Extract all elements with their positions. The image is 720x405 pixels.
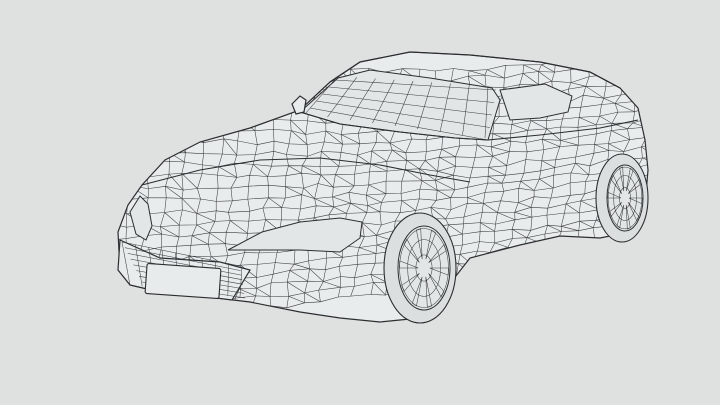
mesh-diagonal: [666, 115, 679, 127]
mesh-diagonal: [174, 79, 195, 93]
mesh-diagonal: [658, 145, 673, 156]
mesh-diagonal: [660, 52, 676, 57]
mesh-diagonal: [243, 95, 260, 107]
render-viewport: [0, 0, 720, 405]
mesh-diagonal: [123, 74, 142, 87]
mesh-diagonal: [141, 100, 154, 113]
mesh-diagonal: [105, 313, 117, 326]
mesh-diagonal: [643, 52, 648, 59]
mesh-diagonal: [591, 259, 605, 268]
mesh-diagonal: [92, 253, 107, 263]
mesh-diagonal: [675, 78, 689, 84]
mesh-diagonal: [640, 242, 648, 249]
mesh-diagonal: [206, 116, 224, 131]
mesh-diagonal: [657, 158, 675, 162]
mesh-diagonal: [556, 254, 572, 263]
mesh-diagonal: [174, 89, 190, 103]
mesh-diagonal: [489, 252, 509, 262]
mesh-diagonal: [574, 58, 589, 68]
mesh-diagonal: [634, 101, 648, 107]
mesh-diagonal: [650, 194, 666, 204]
mesh-diagonal: [262, 76, 280, 87]
mesh-diagonal: [668, 98, 684, 106]
mesh-diagonal: [490, 259, 508, 268]
mesh-diagonal: [118, 96, 123, 110]
mesh-diagonal: [191, 77, 208, 92]
mesh-diagonal: [636, 93, 648, 101]
mesh-diagonal: [651, 88, 668, 98]
mesh-diagonal: [659, 70, 674, 78]
mesh-diagonal: [118, 163, 134, 178]
mesh-diagonal: [248, 59, 263, 78]
mesh-diagonal: [124, 61, 144, 76]
mesh-diagonal: [226, 93, 243, 110]
mesh-diagonal: [118, 71, 123, 88]
mesh-diagonal: [647, 118, 648, 124]
mesh-col-line: [84, 45, 110, 331]
mesh-diagonal: [280, 62, 299, 77]
mesh-diagonal: [538, 265, 557, 271]
mesh-diagonal: [207, 107, 225, 121]
mesh-diagonal: [99, 174, 115, 188]
mesh-diagonal: [523, 254, 539, 267]
mesh-diagonal: [224, 119, 240, 132]
mesh-diagonal: [662, 135, 677, 146]
mesh-diagonal: [242, 109, 257, 119]
mesh-diagonal: [520, 268, 536, 275]
mesh-diagonal: [621, 74, 638, 83]
mesh-diagonal: [178, 66, 192, 79]
mesh-diagonal: [136, 312, 155, 322]
mesh-diagonal: [607, 255, 621, 266]
mesh-diagonal: [139, 113, 157, 128]
mesh-diagonal: [658, 58, 672, 67]
mesh-diagonal: [654, 163, 669, 171]
mesh-col-line: [118, 52, 126, 322]
mesh-diagonal: [578, 240, 590, 250]
mesh-diagonal: [156, 126, 172, 139]
mesh-diagonal: [209, 80, 227, 94]
mesh-diagonal: [636, 82, 648, 89]
mesh-diagonal: [642, 60, 648, 71]
license-plate: [144, 263, 222, 299]
mesh-diagonal: [657, 174, 670, 183]
car-wireframe: [84, 45, 694, 331]
mesh-col-line: [655, 45, 694, 262]
mesh-diagonal: [207, 91, 227, 109]
mesh-diagonal: [118, 123, 122, 139]
mesh-diagonal: [187, 129, 204, 143]
mesh-diagonal: [646, 213, 648, 219]
mesh-diagonal: [664, 124, 679, 132]
mesh-diagonal: [301, 68, 314, 81]
side-mirror: [291, 95, 307, 115]
mesh-diagonal: [153, 112, 174, 127]
mesh-diagonal: [125, 52, 146, 65]
mesh-diagonal: [608, 64, 622, 75]
mesh-diagonal: [638, 251, 648, 263]
